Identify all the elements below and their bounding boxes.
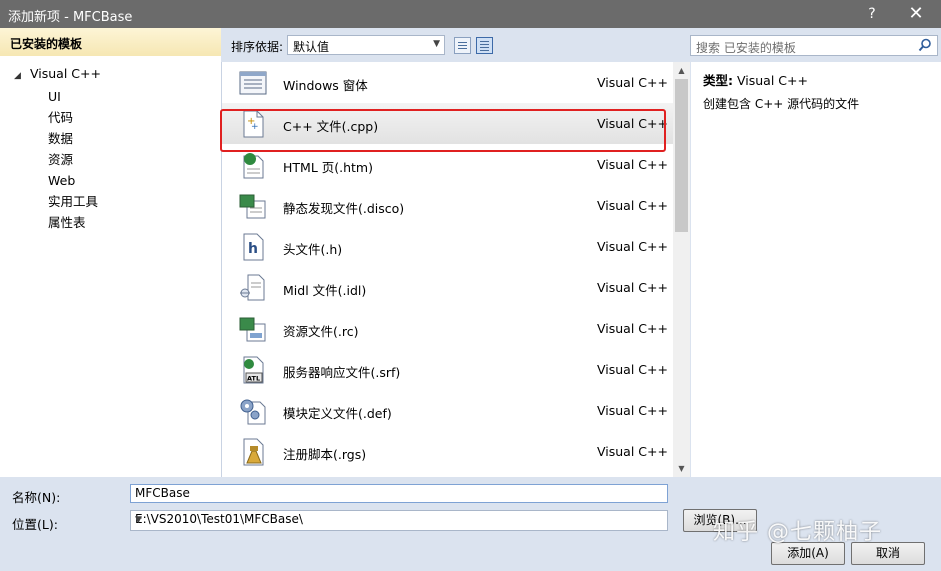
name-field-value: MFCBase bbox=[135, 486, 190, 500]
tree-item-web[interactable]: Web bbox=[48, 170, 98, 191]
tree-item-data[interactable]: 数据 bbox=[48, 128, 98, 149]
template-name: 服务器响应文件(.srf) bbox=[283, 365, 401, 380]
details-panel: 类型: Visual C++ 创建包含 C++ 源代码的文件 bbox=[691, 62, 941, 477]
type-label: 类型: bbox=[703, 73, 733, 88]
list-item-resource-file[interactable]: 资源文件(.rc) Visual C++ bbox=[222, 308, 673, 349]
list-item-def-file[interactable]: 模块定义文件(.def) Visual C++ bbox=[222, 390, 673, 431]
window-title: 添加新项 - MFCBase bbox=[8, 10, 133, 25]
list-item-srf-file[interactable]: ATL 服务器响应文件(.srf) Visual C++ bbox=[222, 349, 673, 390]
sort-label: 排序依据: bbox=[231, 40, 284, 54]
template-tree-panel: 已安装的模板 ◢ Visual C++ UI 代码 数据 资源 Web 实用工具… bbox=[0, 28, 222, 477]
tree-item-code[interactable]: 代码 bbox=[48, 107, 98, 128]
rgs-file-icon bbox=[243, 438, 264, 466]
template-language: Visual C++ bbox=[597, 280, 668, 295]
title-bar: 添加新项 - MFCBase ? ✕ bbox=[0, 0, 941, 28]
chevron-down-icon[interactable]: ▼ bbox=[135, 515, 662, 525]
list-item-rgs-file[interactable]: 注册脚本(.rgs) Visual C++ bbox=[222, 431, 673, 472]
sort-selected-value: 默认值 bbox=[293, 40, 330, 54]
template-language: Visual C++ bbox=[597, 321, 668, 336]
list-item-idl-file[interactable]: Midl 文件(.idl) Visual C++ bbox=[222, 267, 673, 308]
name-label: 名称(N): bbox=[12, 490, 61, 505]
tree-item-property-sheet[interactable]: 属性表 bbox=[48, 212, 98, 233]
chevron-down-icon: ▼ bbox=[433, 39, 440, 49]
list-view-button[interactable] bbox=[476, 37, 493, 54]
small-icons-view-button[interactable] bbox=[454, 37, 471, 54]
scrollbar-thumb[interactable] bbox=[675, 79, 688, 232]
template-language: Visual C++ bbox=[597, 75, 668, 90]
svg-text:ATL: ATL bbox=[247, 375, 260, 383]
installed-templates-label: 已安装的模板 bbox=[10, 37, 83, 51]
list-item-disco-file[interactable]: 静态发现文件(.disco) Visual C++ bbox=[222, 185, 673, 226]
template-language: Visual C++ bbox=[597, 239, 668, 254]
template-name: Windows 窗体 bbox=[283, 78, 368, 93]
template-language: Visual C++ bbox=[597, 444, 668, 459]
template-name: 静态发现文件(.disco) bbox=[283, 201, 405, 216]
scroll-up-icon[interactable]: ▲ bbox=[673, 62, 690, 79]
installed-templates-header[interactable]: 已安装的模板 bbox=[0, 28, 221, 56]
template-name: 注册脚本(.rgs) bbox=[283, 447, 367, 462]
template-language: Visual C++ bbox=[597, 362, 668, 377]
form-icon bbox=[239, 71, 267, 95]
search-placeholder: 搜索 已安装的模板 bbox=[696, 41, 796, 55]
scroll-down-icon[interactable]: ▼ bbox=[673, 460, 690, 477]
watermark: 知乎 @七颗柚子 bbox=[713, 520, 882, 545]
name-field[interactable]: MFCBase bbox=[130, 484, 668, 503]
template-list-scrollbar[interactable]: ▲ ▼ bbox=[673, 62, 690, 477]
list-item-header-file[interactable]: h 头文件(.h) Visual C++ bbox=[222, 226, 673, 267]
tree-item-ui[interactable]: UI bbox=[48, 86, 98, 107]
help-button[interactable]: ? bbox=[852, 0, 892, 28]
template-language: Visual C++ bbox=[597, 157, 668, 172]
expand-arrow-icon[interactable]: ◢ bbox=[14, 71, 26, 81]
tree-children: UI 代码 数据 资源 Web 实用工具 属性表 bbox=[48, 86, 98, 233]
template-language: Visual C++ bbox=[597, 198, 668, 213]
template-description: 创建包含 C++ 源代码的文件 bbox=[703, 97, 860, 111]
type-value: Visual C++ bbox=[736, 73, 808, 88]
details-type: 类型: Visual C++ bbox=[703, 70, 808, 89]
sort-select[interactable]: 默认值 ▼ bbox=[287, 35, 445, 55]
svg-text:h: h bbox=[248, 241, 258, 257]
tree-root-label: Visual C++ bbox=[29, 66, 101, 81]
template-name: 资源文件(.rc) bbox=[283, 324, 359, 339]
tree-item-resource[interactable]: 资源 bbox=[48, 149, 98, 170]
location-label: 位置(L): bbox=[12, 517, 58, 532]
resource-file-icon bbox=[239, 317, 266, 342]
tree-item-utility[interactable]: 实用工具 bbox=[48, 191, 98, 212]
template-language: Visual C++ bbox=[597, 403, 668, 418]
list-item-windows-form[interactable]: Windows 窗体 Visual C++ bbox=[222, 62, 673, 103]
tree-item-visual-cpp[interactable]: ◢ Visual C++ bbox=[14, 66, 101, 81]
search-icon[interactable] bbox=[918, 38, 932, 52]
location-field[interactable]: E:\VS2010\Test01\MFCBase\ ▼ bbox=[130, 510, 668, 531]
template-name: 模块定义文件(.def) bbox=[283, 406, 392, 421]
selection-highlight-box bbox=[220, 109, 666, 152]
template-name: Midl 文件(.idl) bbox=[283, 283, 367, 298]
header-file-icon: h bbox=[243, 233, 264, 261]
add-new-item-dialog: 已安装的模板 ◢ Visual C++ UI 代码 数据 资源 Web 实用工具… bbox=[0, 28, 941, 571]
sort-toolbar: 排序依据: 默认值 ▼ 搜索 已安装的模板 bbox=[221, 28, 941, 62]
close-button[interactable]: ✕ bbox=[896, 0, 936, 28]
search-input[interactable]: 搜索 已安装的模板 bbox=[690, 35, 938, 56]
idl-file-icon bbox=[240, 274, 265, 301]
template-name: HTML 页(.htm) bbox=[283, 160, 373, 175]
template-name: 头文件(.h) bbox=[283, 242, 343, 257]
srf-file-icon: ATL bbox=[243, 356, 264, 384]
disco-file-icon bbox=[239, 194, 266, 219]
def-file-icon bbox=[240, 399, 266, 425]
html-page-icon bbox=[243, 153, 264, 179]
